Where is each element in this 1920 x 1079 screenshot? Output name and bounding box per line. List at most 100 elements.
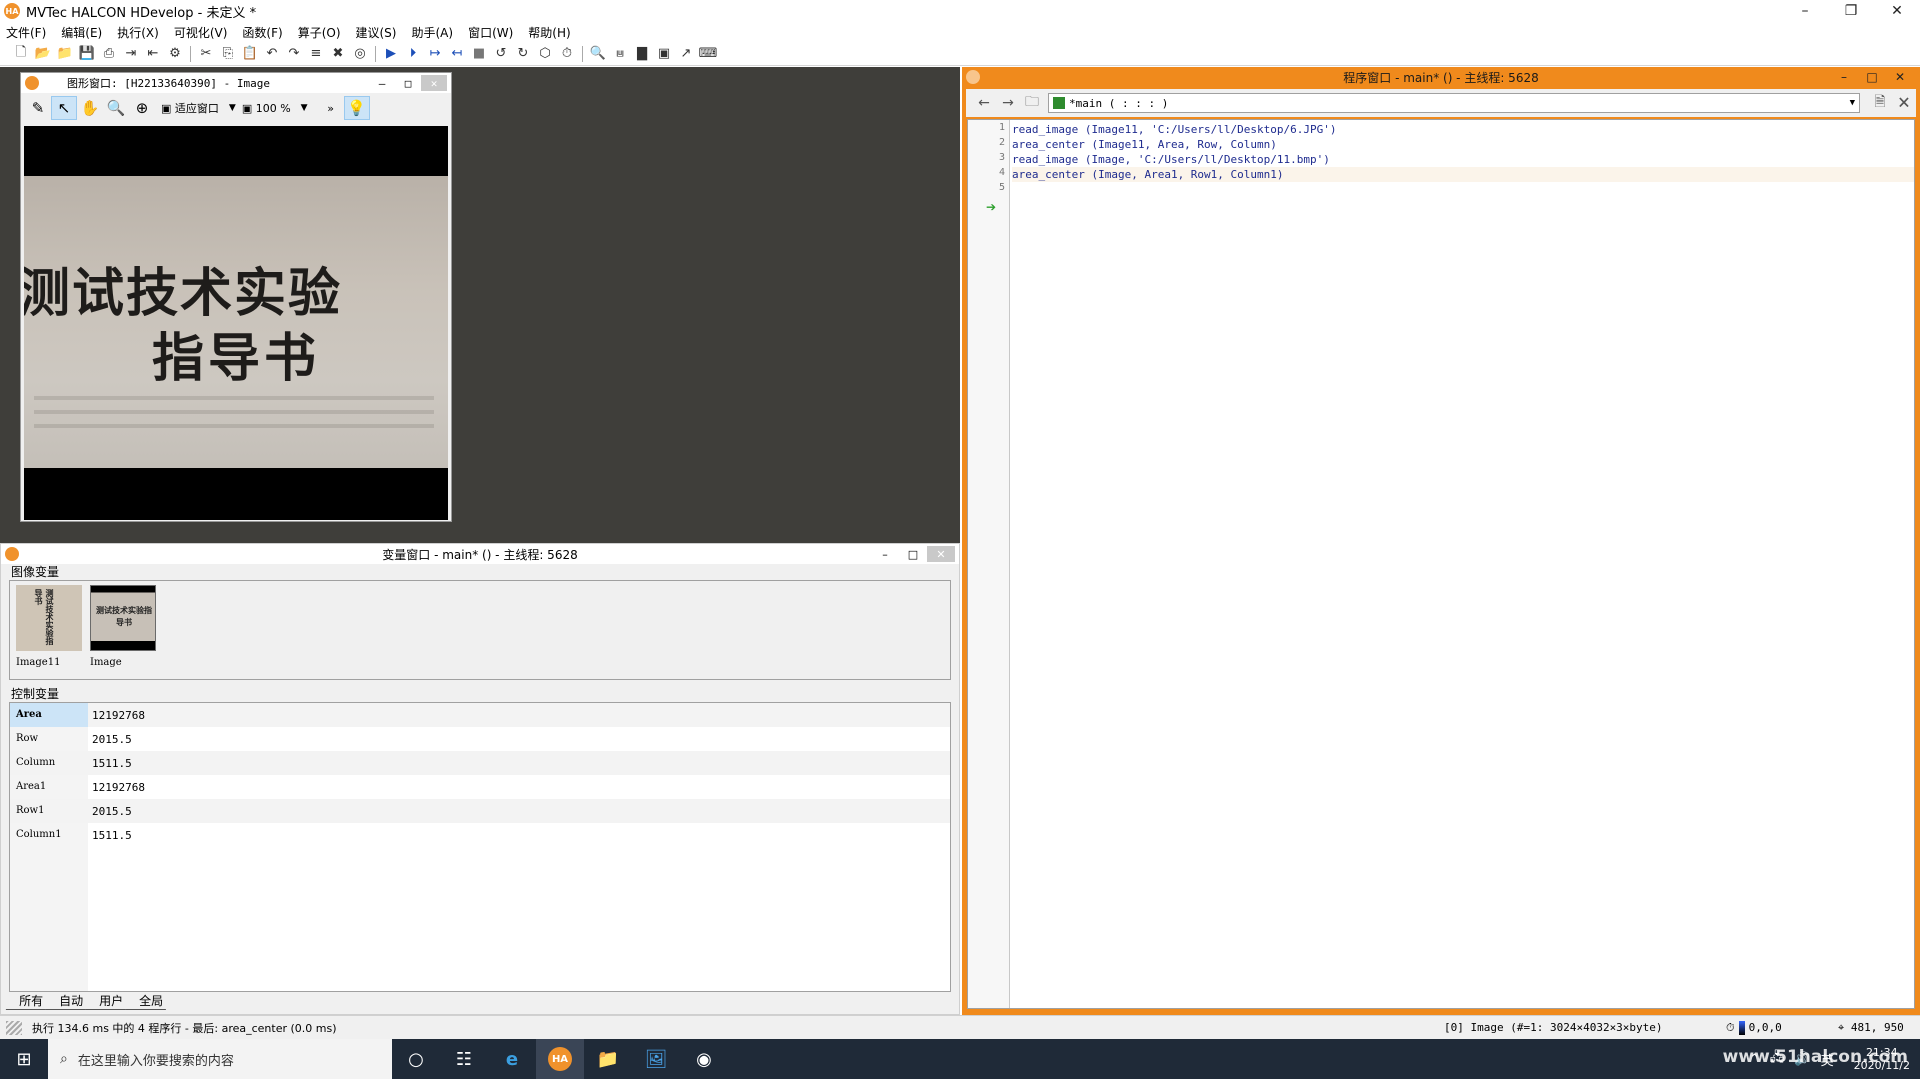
save-icon[interactable]: 💾 [76,44,98,64]
task-view-icon[interactable]: ☷ [440,1039,488,1079]
open-recent-icon[interactable]: 📁 [54,44,76,64]
code-line-current[interactable]: area_center (Image, Area1, Row1, Column1… [1012,167,1914,182]
menu-help[interactable]: 帮助(H) [528,24,570,41]
back-arrow-icon[interactable]: ← [972,92,996,114]
tab-all-label: 所有 [19,994,44,1008]
delete-icon[interactable]: ✖ [327,44,349,64]
minimize-icon[interactable]: – [871,546,899,562]
procedure-select[interactable]: *main ( : : : ) ▼ [1048,93,1860,113]
reset-program-icon[interactable]: ↺ [490,44,512,64]
minimize-icon[interactable]: – [1782,0,1828,22]
edge-browser-icon[interactable]: e [488,1039,536,1079]
comment-icon[interactable]: ≡ [305,44,327,64]
close-icon[interactable]: ✕ [1886,69,1914,85]
line-profile-icon[interactable]: ↗ [675,44,697,64]
minimize-icon[interactable]: – [1830,69,1858,85]
zoom-in-icon[interactable]: ⊕ [129,96,155,120]
code-line[interactable]: read_image (Image11, 'C:/Users/ll/Deskto… [1012,122,1337,137]
copy-icon[interactable]: ⎘ [217,44,239,64]
menu-file[interactable]: 文件(F) [6,24,46,41]
image-canvas[interactable]: 测试技术实验 指导书 [24,126,448,520]
procedure-folder-icon[interactable]: 🗀 [1020,92,1044,114]
close-icon[interactable]: ✕ [927,546,955,562]
program-window-titlebar[interactable]: 程序窗口 - main* () - 主线程: 5628 – □ ✕ [962,67,1920,87]
feature-histogram-icon[interactable]: ▣ [653,44,675,64]
cut-icon[interactable]: ✂ [195,44,217,64]
run-icon[interactable]: ▶ [380,44,402,64]
menu-edit[interactable]: 编辑(E) [61,24,102,41]
lightbulb-icon[interactable]: 💡 [343,96,370,120]
table-row[interactable]: Column 1511.5 [10,751,950,775]
table-row[interactable]: Column1 1511.5 [10,823,950,847]
forward-arrow-icon[interactable]: → [996,92,1020,114]
maximize-icon[interactable]: □ [395,75,421,91]
menu-visualization[interactable]: 可视化(V) [174,24,228,41]
photos-app-icon[interactable]: 🖼 [632,1039,680,1079]
edit-procedure-icon[interactable]: 🗎 [1868,92,1892,114]
tab-auto[interactable]: 自动 [45,992,93,1010]
redo-icon[interactable]: ↷ [283,44,305,64]
code-editor[interactable]: 1 2 3 4 5 ➔ read_image (Image11, 'C:/Use… [967,119,1915,1009]
table-row[interactable]: Area 12192768 [10,703,950,727]
pan-hand-icon[interactable]: ✋ [77,96,103,120]
code-line[interactable]: area_center (Image11, Area, Row, Column) [1012,137,1277,152]
zoom-image-icon[interactable]: 🔍 [587,44,609,64]
binoculars-icon[interactable]: ◎ [349,44,371,64]
delete-procedure-icon[interactable]: 🗙 [1892,92,1916,114]
tab-user[interactable]: 用户 [85,992,133,1010]
graphics-window-titlebar[interactable]: 图形窗口: [H22133640390] - Image – □ ✕ [21,73,451,93]
tab-all[interactable]: 所有 [5,992,53,1010]
maximize-icon[interactable]: □ [1858,69,1886,85]
tab-global[interactable]: 全局 [125,992,173,1010]
code-line[interactable]: read_image (Image, 'C:/Users/ll/Desktop/… [1012,152,1330,167]
pointer-icon[interactable]: ↖ [51,96,77,120]
menu-window[interactable]: 窗口(W) [468,24,513,41]
print-icon[interactable]: ⎙ [98,44,120,64]
chrome-browser-icon[interactable]: ◉ [680,1039,728,1079]
menu-suggestions[interactable]: 建议(S) [356,24,397,41]
halcon-icon [25,76,39,90]
halcon-taskbar-icon[interactable]: HA [536,1039,584,1079]
profiler-icon[interactable]: ⏱ [556,44,578,64]
step-over-icon[interactable]: ⏵ [402,44,424,64]
debug-icon[interactable]: ⬡ [534,44,556,64]
table-row[interactable]: Row1 2015.5 [10,799,950,823]
histogram-icon[interactable]: ▇ [631,44,653,64]
open-file-icon[interactable]: 📂 [32,44,54,64]
menu-functions[interactable]: 函数(F) [242,24,282,41]
windows-start-icon[interactable]: ⊞ [0,1039,48,1079]
variable-window-titlebar[interactable]: 变量窗口 - main* () - 主线程: 5628 – □ ✕ [1,544,959,564]
table-row[interactable]: Area1 12192768 [10,775,950,799]
export-icon[interactable]: ⇥ [120,44,142,64]
paste-icon[interactable]: 📋 [239,44,261,64]
zoom-combo[interactable]: ▣ 100 % ▼ [242,102,308,115]
stop-icon[interactable]: ■ [468,44,490,64]
maximize-icon[interactable]: □ [899,546,927,562]
image-variable[interactable]: 测试技术实验指导书 Image [88,585,158,675]
new-file-icon[interactable]: 🗋 [10,44,32,64]
close-icon[interactable]: ✕ [421,75,447,91]
import-icon[interactable]: ⇤ [142,44,164,64]
menu-operators[interactable]: 算子(O) [298,24,341,41]
magnifier-icon[interactable]: 🔍 [103,96,129,120]
settings-icon[interactable]: ⚙ [164,44,186,64]
reset-variables-icon[interactable]: ↻ [512,44,534,64]
step-into-icon[interactable]: ↦ [424,44,446,64]
more-icon[interactable]: » [318,96,344,120]
taskbar-search[interactable]: ⌕ 在这里输入你要搜索的内容 [48,1039,392,1079]
image-variable[interactable]: 测试技术实验指导书 Image11 [14,585,84,675]
close-icon[interactable]: ✕ [1874,0,1920,22]
step-out-icon[interactable]: ↤ [446,44,468,64]
fit-window-combo[interactable]: ▣ 适应窗口 ▼ [161,100,236,116]
table-row[interactable]: Row 2015.5 [10,727,950,751]
file-explorer-icon[interactable]: 📁 [584,1039,632,1079]
menu-execute[interactable]: 执行(X) [117,24,159,41]
restore-icon[interactable]: ❐ [1828,0,1874,22]
cortana-icon[interactable]: ○ [392,1039,440,1079]
ocr-icon[interactable]: ⌨ [697,44,719,64]
minimize-icon[interactable]: – [369,75,395,91]
edit-settings-icon[interactable]: ✎ [25,96,51,120]
undo-icon[interactable]: ↶ [261,44,283,64]
gray-histogram-icon[interactable]: ⩏ [609,44,631,64]
menu-assistants[interactable]: 助手(A) [411,24,453,41]
